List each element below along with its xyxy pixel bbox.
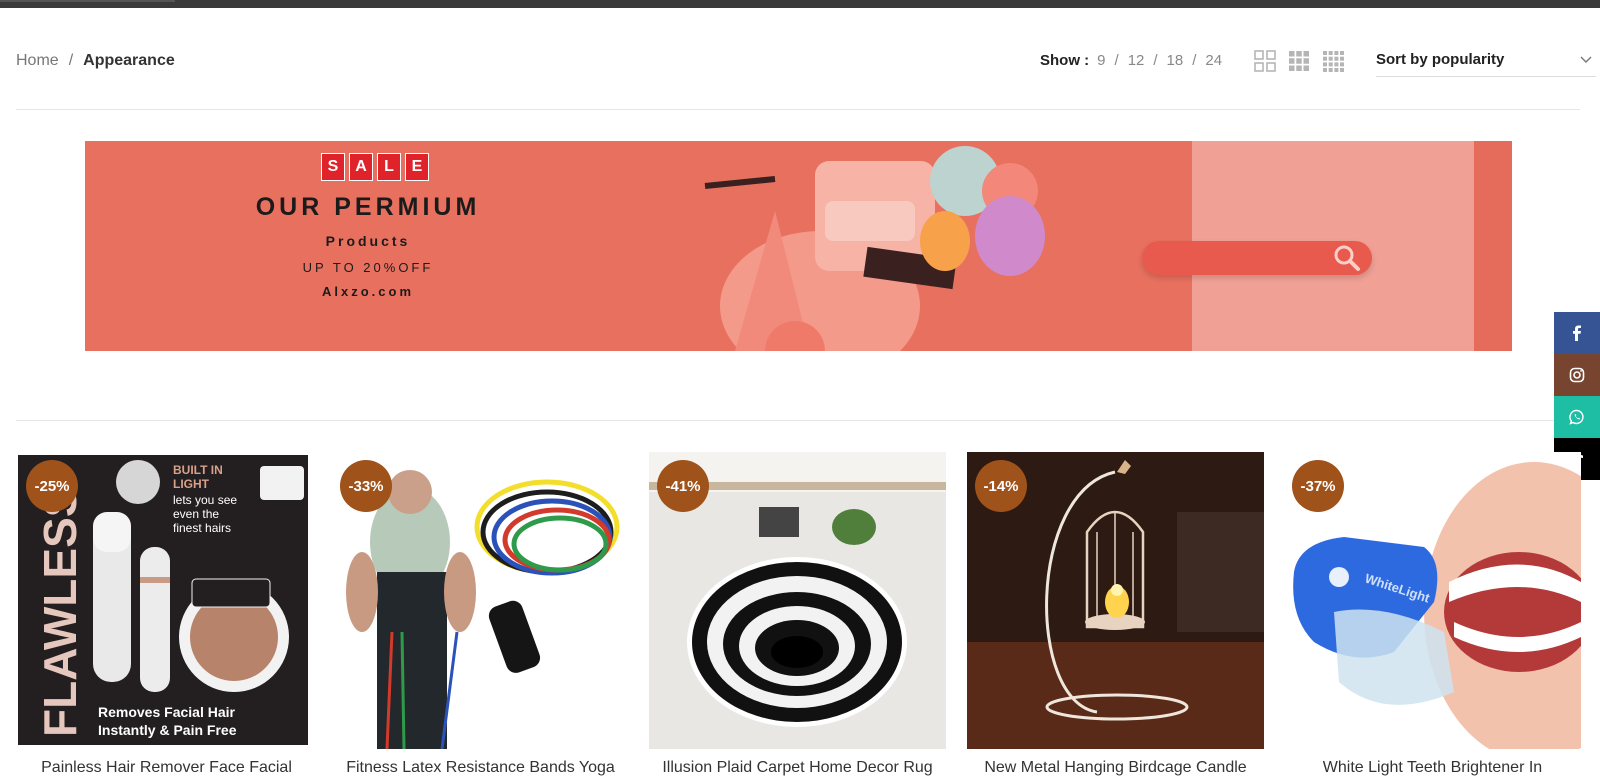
banner-backdrop-edge <box>1474 141 1512 351</box>
product-card[interactable]: -14% New Metal Hanging Birdcage Candle <box>967 452 1264 777</box>
banner-offer: UP TO 20%OFF <box>302 260 434 275</box>
show-label: Show : <box>1040 52 1090 69</box>
svg-text:Removes Facial Hair: Removes Facial Hair <box>98 704 236 720</box>
breadcrumb-current: Appearance <box>83 52 175 69</box>
product-title[interactable]: New Metal Hanging Birdcage Candle <box>967 759 1264 777</box>
product-card[interactable]: -37% WhiteLight White Light Teeth Bright… <box>1284 452 1581 777</box>
product-image[interactable]: -25% FLAWLESS BUILT IN LIGHT lets you se… <box>18 452 315 749</box>
grid-view-switcher <box>1254 50 1344 72</box>
grid-2-icon[interactable] <box>1254 50 1276 72</box>
sort-selected-value: Sort by popularity <box>1376 51 1505 68</box>
show-separator: / <box>1192 52 1197 69</box>
sale-letter: E <box>405 153 429 181</box>
shop-toolbar: Home / Appearance Show : 9 / 12 / 18 / 2… <box>16 46 1596 78</box>
product-title[interactable]: Illusion Plaid Carpet Home Decor Rug <box>649 759 946 777</box>
svg-text:LIGHT: LIGHT <box>173 477 210 491</box>
svg-text:FLAWLESS: FLAWLESS <box>34 487 86 737</box>
product-title[interactable]: White Light Teeth Brightener In <box>1284 759 1581 777</box>
product-image[interactable]: -37% WhiteLight <box>1284 452 1581 749</box>
section-divider <box>16 420 1580 421</box>
facebook-button[interactable] <box>1554 312 1600 354</box>
browser-top-bar <box>0 0 1600 8</box>
show-separator: / <box>1114 52 1119 69</box>
promo-banner[interactable]: S A L E OUR PERMIUM Products UP TO 20%OF… <box>85 141 1512 351</box>
discount-badge: -37% <box>1292 460 1344 512</box>
product-title[interactable]: Painless Hair Remover Face Facial <box>18 759 315 777</box>
product-image[interactable]: -41% <box>649 452 946 749</box>
show-12-link[interactable]: 12 <box>1128 52 1145 69</box>
sale-letter: S <box>321 153 345 181</box>
products-per-page: Show : 9 / 12 / 18 / 24 <box>1040 52 1222 69</box>
chevron-down-icon <box>1580 56 1592 63</box>
instagram-button[interactable] <box>1554 354 1600 396</box>
discount-badge: -14% <box>975 460 1027 512</box>
sort-select[interactable]: Sort by popularity <box>1376 48 1596 77</box>
breadcrumb-separator: / <box>68 52 74 69</box>
toolbar-divider <box>16 109 1580 110</box>
show-24-link[interactable]: 24 <box>1205 52 1222 69</box>
product-title[interactable]: Fitness Latex Resistance Bands Yoga <box>332 759 629 777</box>
breadcrumb: Home / Appearance <box>16 52 175 70</box>
instagram-icon <box>1569 367 1585 383</box>
facebook-icon <box>1573 325 1581 341</box>
banner-search-graphic <box>1142 241 1372 275</box>
scooter-illustration <box>704 146 1045 351</box>
grid-3-icon[interactable] <box>1288 50 1310 72</box>
discount-badge: -25% <box>26 460 78 512</box>
svg-text:BUILT IN: BUILT IN <box>173 463 223 477</box>
product-card[interactable]: -25% FLAWLESS BUILT IN LIGHT lets you se… <box>18 452 315 777</box>
banner-subhead: Products <box>325 233 411 249</box>
sale-tags: S A L E <box>321 153 429 181</box>
breadcrumb-home-link[interactable]: Home <box>16 52 59 70</box>
banner-headline: OUR PERMIUM <box>255 193 481 221</box>
product-image[interactable]: -33% <box>332 452 629 749</box>
product-card[interactable]: -33% Fitness Latex Resistance Bands Yoga <box>332 452 629 777</box>
discount-badge: -41% <box>657 460 709 512</box>
sale-letter: A <box>349 153 373 181</box>
show-9-link[interactable]: 9 <box>1097 52 1105 69</box>
sale-letter: L <box>377 153 401 181</box>
product-card[interactable]: -41% Illusion Plaid Carpet Home Decor Ru… <box>649 452 946 777</box>
svg-text:finest hairs: finest hairs <box>173 521 231 535</box>
search-icon <box>1334 245 1360 271</box>
whatsapp-icon <box>1569 409 1584 425</box>
svg-text:lets you see: lets you see <box>173 493 237 507</box>
product-image[interactable]: -14% <box>967 452 1264 749</box>
grid-4-icon[interactable] <box>1322 50 1344 72</box>
svg-text:Instantly & Pain Free: Instantly & Pain Free <box>98 722 237 738</box>
svg-text:even the: even the <box>173 507 219 521</box>
banner-site: Alxzo.com <box>321 284 414 299</box>
show-18-link[interactable]: 18 <box>1167 52 1184 69</box>
show-separator: / <box>1153 52 1158 69</box>
product-grid: -25% FLAWLESS BUILT IN LIGHT lets you se… <box>16 452 1581 782</box>
discount-badge: -33% <box>340 460 392 512</box>
whatsapp-button[interactable] <box>1554 396 1600 438</box>
